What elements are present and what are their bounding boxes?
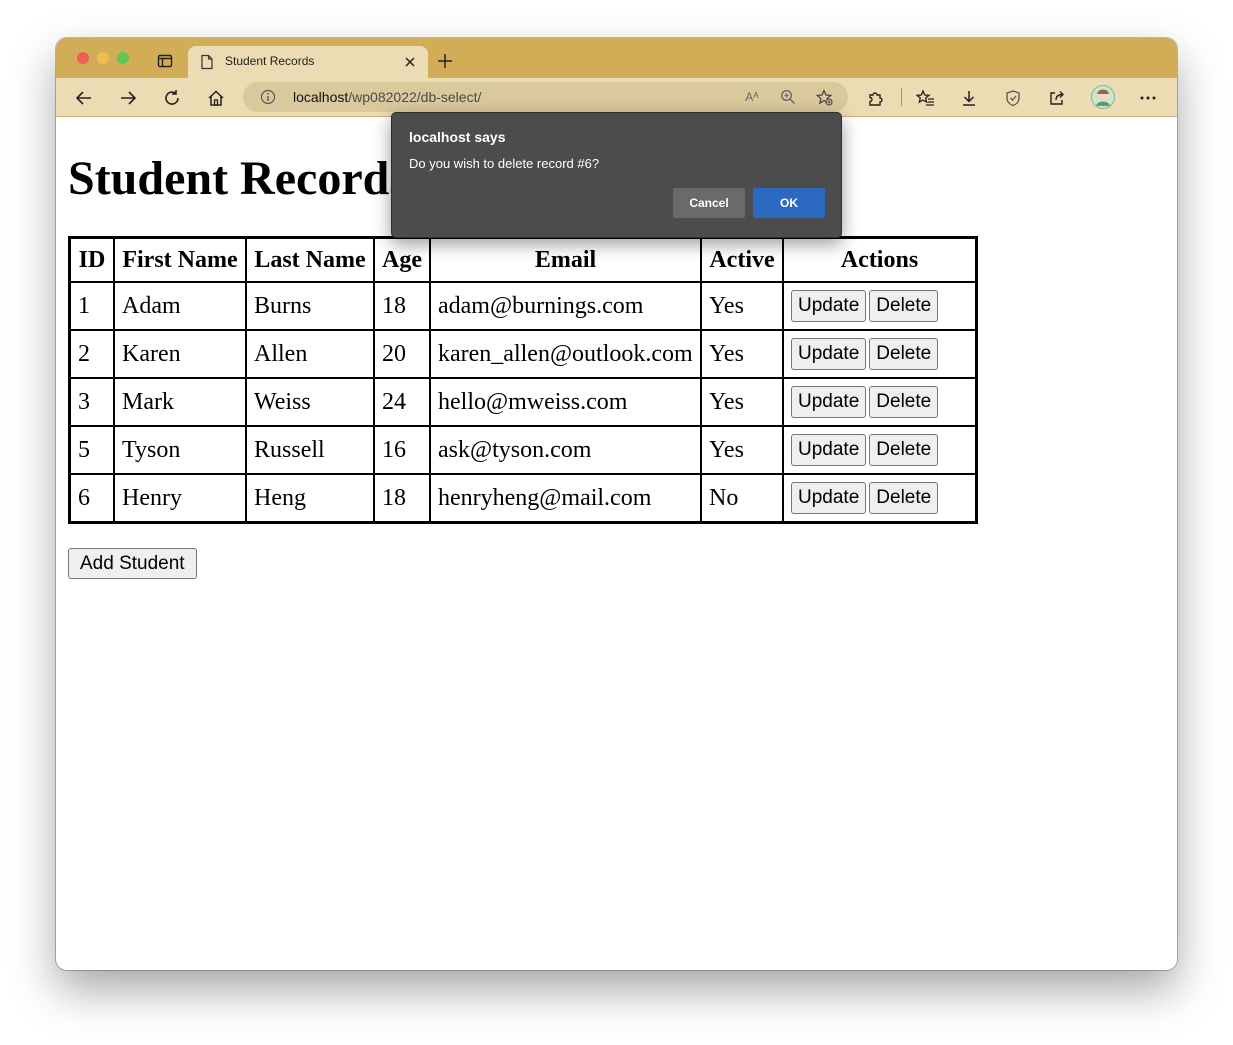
cell-age: 16 [374,426,430,474]
close-window-button[interactable] [77,52,89,64]
cell-active: No [701,474,783,522]
table-row: 1 Adam Burns 18 adam@burnings.com Yes Up… [70,282,976,330]
extensions-icon[interactable] [866,88,886,108]
table-header-row: ID First Name Last Name Age Email Active… [70,238,976,282]
cell-id: 6 [70,474,114,522]
cell-last-name: Weiss [246,378,374,426]
tab-actions-icon[interactable] [156,52,174,70]
update-button[interactable]: Update [791,386,867,418]
cell-id: 2 [70,330,114,378]
address-bar[interactable]: localhost/wp082022/db-select/ Aᴬ [243,82,848,112]
tab-student-records[interactable]: Student Records [188,46,428,78]
zoom-icon[interactable] [779,88,797,106]
cell-last-name: Russell [246,426,374,474]
dialog-title: localhost says [409,129,506,145]
cell-first-name: Tyson [114,426,246,474]
confirm-dialog: localhost says Do you wish to delete rec… [391,112,842,238]
header-active: Active [701,238,783,282]
cell-age: 20 [374,330,430,378]
cell-active: Yes [701,378,783,426]
cell-last-name: Heng [246,474,374,522]
cell-age: 24 [374,378,430,426]
delete-button[interactable]: Delete [869,434,939,466]
ok-button[interactable]: OK [753,188,825,218]
cell-id: 5 [70,426,114,474]
cell-first-name: Karen [114,330,246,378]
cell-id: 1 [70,282,114,330]
cell-first-name: Henry [114,474,246,522]
read-aloud-label: Aᴬ [745,90,759,104]
new-tab-icon[interactable] [436,52,454,70]
update-button[interactable]: Update [791,290,867,322]
add-favorite-icon[interactable] [815,88,833,106]
page-content: Student Records ID First Name Last Name … [56,117,1177,970]
delete-button[interactable]: Delete [869,290,939,322]
browser-window: Student Records localhost/wp082022/db-se… [56,38,1177,970]
cancel-button[interactable]: Cancel [673,188,745,218]
header-last-name: Last Name [246,238,374,282]
cell-last-name: Burns [246,282,374,330]
cell-last-name: Allen [246,330,374,378]
forward-icon[interactable] [118,88,138,108]
minimize-window-button[interactable] [97,52,109,64]
delete-button[interactable]: Delete [869,338,939,370]
cell-id: 3 [70,378,114,426]
cell-first-name: Mark [114,378,246,426]
tab-bar: Student Records [56,38,1177,78]
header-email: Email [430,238,701,282]
cell-actions: Update Delete [783,378,976,426]
close-tab-icon[interactable] [402,54,418,70]
table-row: 3 Mark Weiss 24 hello@mweiss.com Yes Upd… [70,378,976,426]
student-records-table: ID First Name Last Name Age Email Active… [68,236,978,524]
cell-actions: Update Delete [783,282,976,330]
favorites-icon[interactable] [915,88,935,108]
cell-actions: Update Delete [783,330,976,378]
delete-button[interactable]: Delete [869,386,939,418]
browser-essentials-icon[interactable] [1003,88,1023,108]
cell-email: hello@mweiss.com [430,378,701,426]
page-icon [199,54,215,70]
cell-email: karen_allen@outlook.com [430,330,701,378]
header-id: ID [70,238,114,282]
profile-avatar[interactable] [1091,85,1115,109]
cell-actions: Update Delete [783,474,976,522]
downloads-icon[interactable] [959,88,979,108]
add-student-button[interactable]: Add Student [68,548,197,579]
refresh-icon[interactable] [162,88,182,108]
cell-active: Yes [701,330,783,378]
zoom-window-button[interactable] [117,52,129,64]
table-row: 6 Henry Heng 18 henryheng@mail.com No Up… [70,474,976,522]
update-button[interactable]: Update [791,338,867,370]
share-icon[interactable] [1047,88,1067,108]
tab-title: Student Records [225,54,315,68]
read-aloud-icon[interactable]: Aᴬ [743,88,761,106]
cell-email: henryheng@mail.com [430,474,701,522]
more-options-icon[interactable] [1138,88,1158,108]
table-row: 2 Karen Allen 20 karen_allen@outlook.com… [70,330,976,378]
header-actions: Actions [783,238,976,282]
home-icon[interactable] [206,88,226,108]
cell-age: 18 [374,282,430,330]
back-icon[interactable] [74,88,94,108]
cell-email: ask@tyson.com [430,426,701,474]
page-title: Student Records [68,152,409,205]
site-info-icon[interactable] [260,89,276,105]
header-first-name: First Name [114,238,246,282]
url-host: localhost [293,89,349,105]
table-row: 5 Tyson Russell 16 ask@tyson.com Yes Upd… [70,426,976,474]
cell-age: 18 [374,474,430,522]
update-button[interactable]: Update [791,434,867,466]
url-text: localhost/wp082022/db-select/ [293,89,481,105]
cell-active: Yes [701,282,783,330]
cell-email: adam@burnings.com [430,282,701,330]
delete-button[interactable]: Delete [869,482,939,514]
cell-active: Yes [701,426,783,474]
update-button[interactable]: Update [791,482,867,514]
url-path: /wp082022/db-select/ [348,89,482,105]
cell-actions: Update Delete [783,426,976,474]
dialog-message: Do you wish to delete record #6? [409,156,600,171]
toolbar-separator [901,88,902,106]
cell-first-name: Adam [114,282,246,330]
header-age: Age [374,238,430,282]
